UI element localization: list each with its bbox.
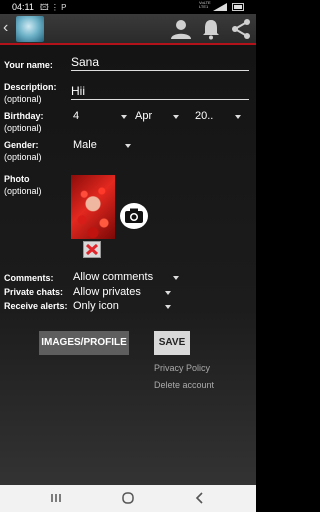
- system-nav-bar: [0, 485, 256, 512]
- name-input[interactable]: Sana: [71, 53, 249, 71]
- comments-value: Allow comments: [73, 271, 154, 283]
- comments-label: Comments:: [4, 273, 54, 283]
- receive-alerts-label: Receive alerts:: [4, 301, 68, 311]
- private-chats-select[interactable]: Allow privates: [73, 286, 173, 300]
- receive-alerts-value: Only icon: [73, 300, 119, 312]
- lte-label: LTE1: [199, 4, 209, 9]
- status-time: 04:11: [12, 2, 34, 12]
- back-arrow-icon[interactable]: ‹: [3, 19, 8, 37]
- description-label: Description: (optional): [4, 82, 57, 104]
- birthday-year-select[interactable]: 20..: [195, 110, 243, 124]
- birthday-year-value: 20..: [195, 110, 214, 122]
- images-profile-button[interactable]: IMAGES/PROFILE: [39, 331, 129, 355]
- photo-label: Photo (optional): [4, 174, 42, 196]
- app-avatar-icon[interactable]: [16, 16, 44, 42]
- chevron-down-icon: [173, 115, 179, 119]
- battery-icon: [232, 3, 244, 11]
- app-bar: ‹: [0, 14, 256, 44]
- name-label: Your name:: [4, 60, 53, 70]
- camera-button[interactable]: [120, 203, 148, 229]
- comments-select[interactable]: Allow comments: [73, 271, 181, 285]
- signal-icon: [213, 3, 227, 11]
- profile-form: Your name: Sana Description: (optional) …: [0, 45, 256, 485]
- back-icon[interactable]: [192, 490, 208, 506]
- chevron-down-icon: [121, 115, 127, 119]
- gender-select[interactable]: Male: [73, 139, 133, 153]
- profile-photo[interactable]: [71, 175, 115, 239]
- camera-icon: [125, 208, 143, 223]
- close-icon: [85, 243, 99, 256]
- birthday-day-select[interactable]: 4: [73, 110, 129, 124]
- birthday-label: Birthday: (optional): [4, 111, 44, 133]
- birthday-month-value: Apr: [135, 110, 153, 122]
- chevron-down-icon: [173, 276, 179, 280]
- chevron-down-icon: [235, 115, 241, 119]
- share-icon[interactable]: [230, 18, 252, 40]
- status-bar: 04:11 🖾 ⋮ P VoLTE LTE1: [0, 0, 256, 14]
- privacy-policy-link[interactable]: Privacy Policy: [154, 363, 210, 373]
- recents-icon[interactable]: [48, 490, 64, 506]
- bell-icon[interactable]: [200, 18, 222, 40]
- chevron-down-icon: [165, 305, 171, 309]
- birthday-month-select[interactable]: Apr: [135, 110, 185, 124]
- delete-account-link[interactable]: Delete account: [154, 380, 214, 390]
- network-indicator: VoLTE LTE1: [199, 1, 211, 9]
- save-button[interactable]: SAVE: [154, 331, 190, 355]
- chevron-down-icon: [165, 291, 171, 295]
- private-chats-value: Allow privates: [73, 286, 141, 298]
- gender-value: Male: [73, 139, 97, 151]
- home-icon[interactable]: [120, 490, 136, 506]
- birthday-day-value: 4: [73, 110, 80, 122]
- gender-label: Gender: (optional): [4, 140, 42, 162]
- person-icon[interactable]: [170, 18, 192, 40]
- private-chats-label: Private chats:: [4, 287, 64, 297]
- chevron-down-icon: [125, 144, 131, 148]
- description-input[interactable]: Hii: [71, 82, 249, 100]
- receive-alerts-select[interactable]: Only icon: [73, 300, 173, 314]
- delete-photo-button[interactable]: [83, 241, 101, 258]
